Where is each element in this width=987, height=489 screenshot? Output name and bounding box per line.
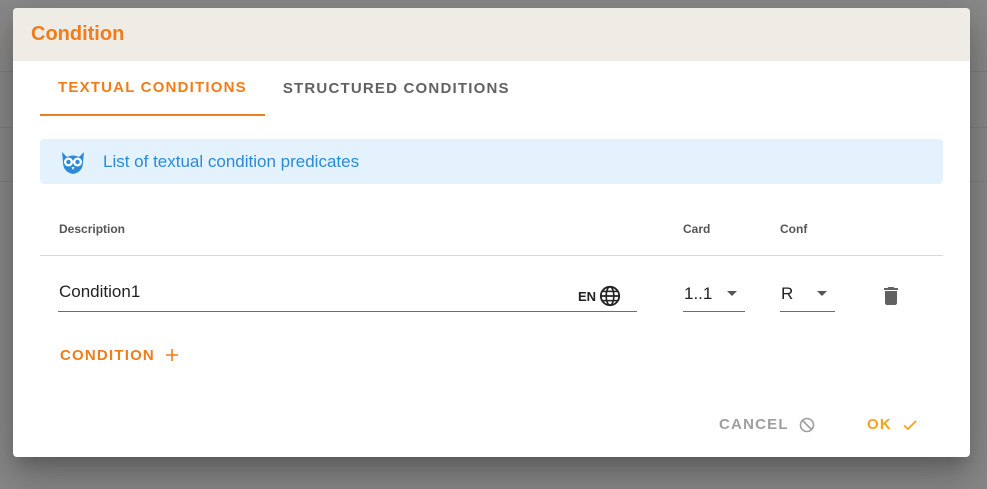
add-condition-button[interactable]: CONDITION: [60, 344, 179, 366]
check-icon: [903, 419, 917, 430]
owl-icon: [62, 151, 84, 174]
column-header-conf: Conf: [780, 222, 808, 236]
language-selector[interactable]: EN: [578, 285, 621, 307]
cancel-label: CANCEL: [719, 416, 789, 433]
ok-label: OK: [867, 416, 892, 433]
description-value: Condition1: [59, 282, 141, 301]
language-code: EN: [577, 288, 596, 304]
dialog-title: Condition: [31, 23, 125, 45]
dialog-header: Condition: [13, 8, 970, 61]
cancel-button[interactable]: CANCEL: [719, 416, 815, 433]
description-input[interactable]: Condition1 EN: [58, 276, 637, 312]
column-header-card: Card: [683, 222, 711, 236]
column-header-description: Description: [59, 222, 126, 236]
condition-dialog: Condition TEXTUAL CONDITIONS STRUCTURED …: [13, 8, 970, 457]
block-icon: [799, 417, 815, 432]
tab-bar: TEXTUAL CONDITIONS STRUCTURED CONDITIONS: [40, 61, 528, 116]
chevron-down-icon: [817, 291, 827, 296]
plus-icon: [165, 349, 178, 361]
tab-textual-conditions[interactable]: TEXTUAL CONDITIONS: [40, 61, 265, 116]
info-text: List of textual condition predicates: [103, 151, 360, 171]
add-condition-label: CONDITION: [60, 346, 155, 364]
conf-value: R: [781, 283, 794, 303]
chevron-down-icon: [727, 291, 737, 296]
globe-icon: [599, 285, 621, 307]
info-banner: List of textual condition predicates: [40, 139, 943, 184]
ok-button[interactable]: OK: [867, 416, 918, 433]
tab-structured-conditions[interactable]: STRUCTURED CONDITIONS: [265, 61, 528, 116]
card-select[interactable]: 1..1: [683, 276, 745, 312]
conf-select[interactable]: R: [780, 276, 835, 312]
card-value: 1..1: [684, 283, 713, 303]
trash-icon[interactable]: [879, 284, 903, 308]
table-header-divider: [40, 255, 943, 256]
